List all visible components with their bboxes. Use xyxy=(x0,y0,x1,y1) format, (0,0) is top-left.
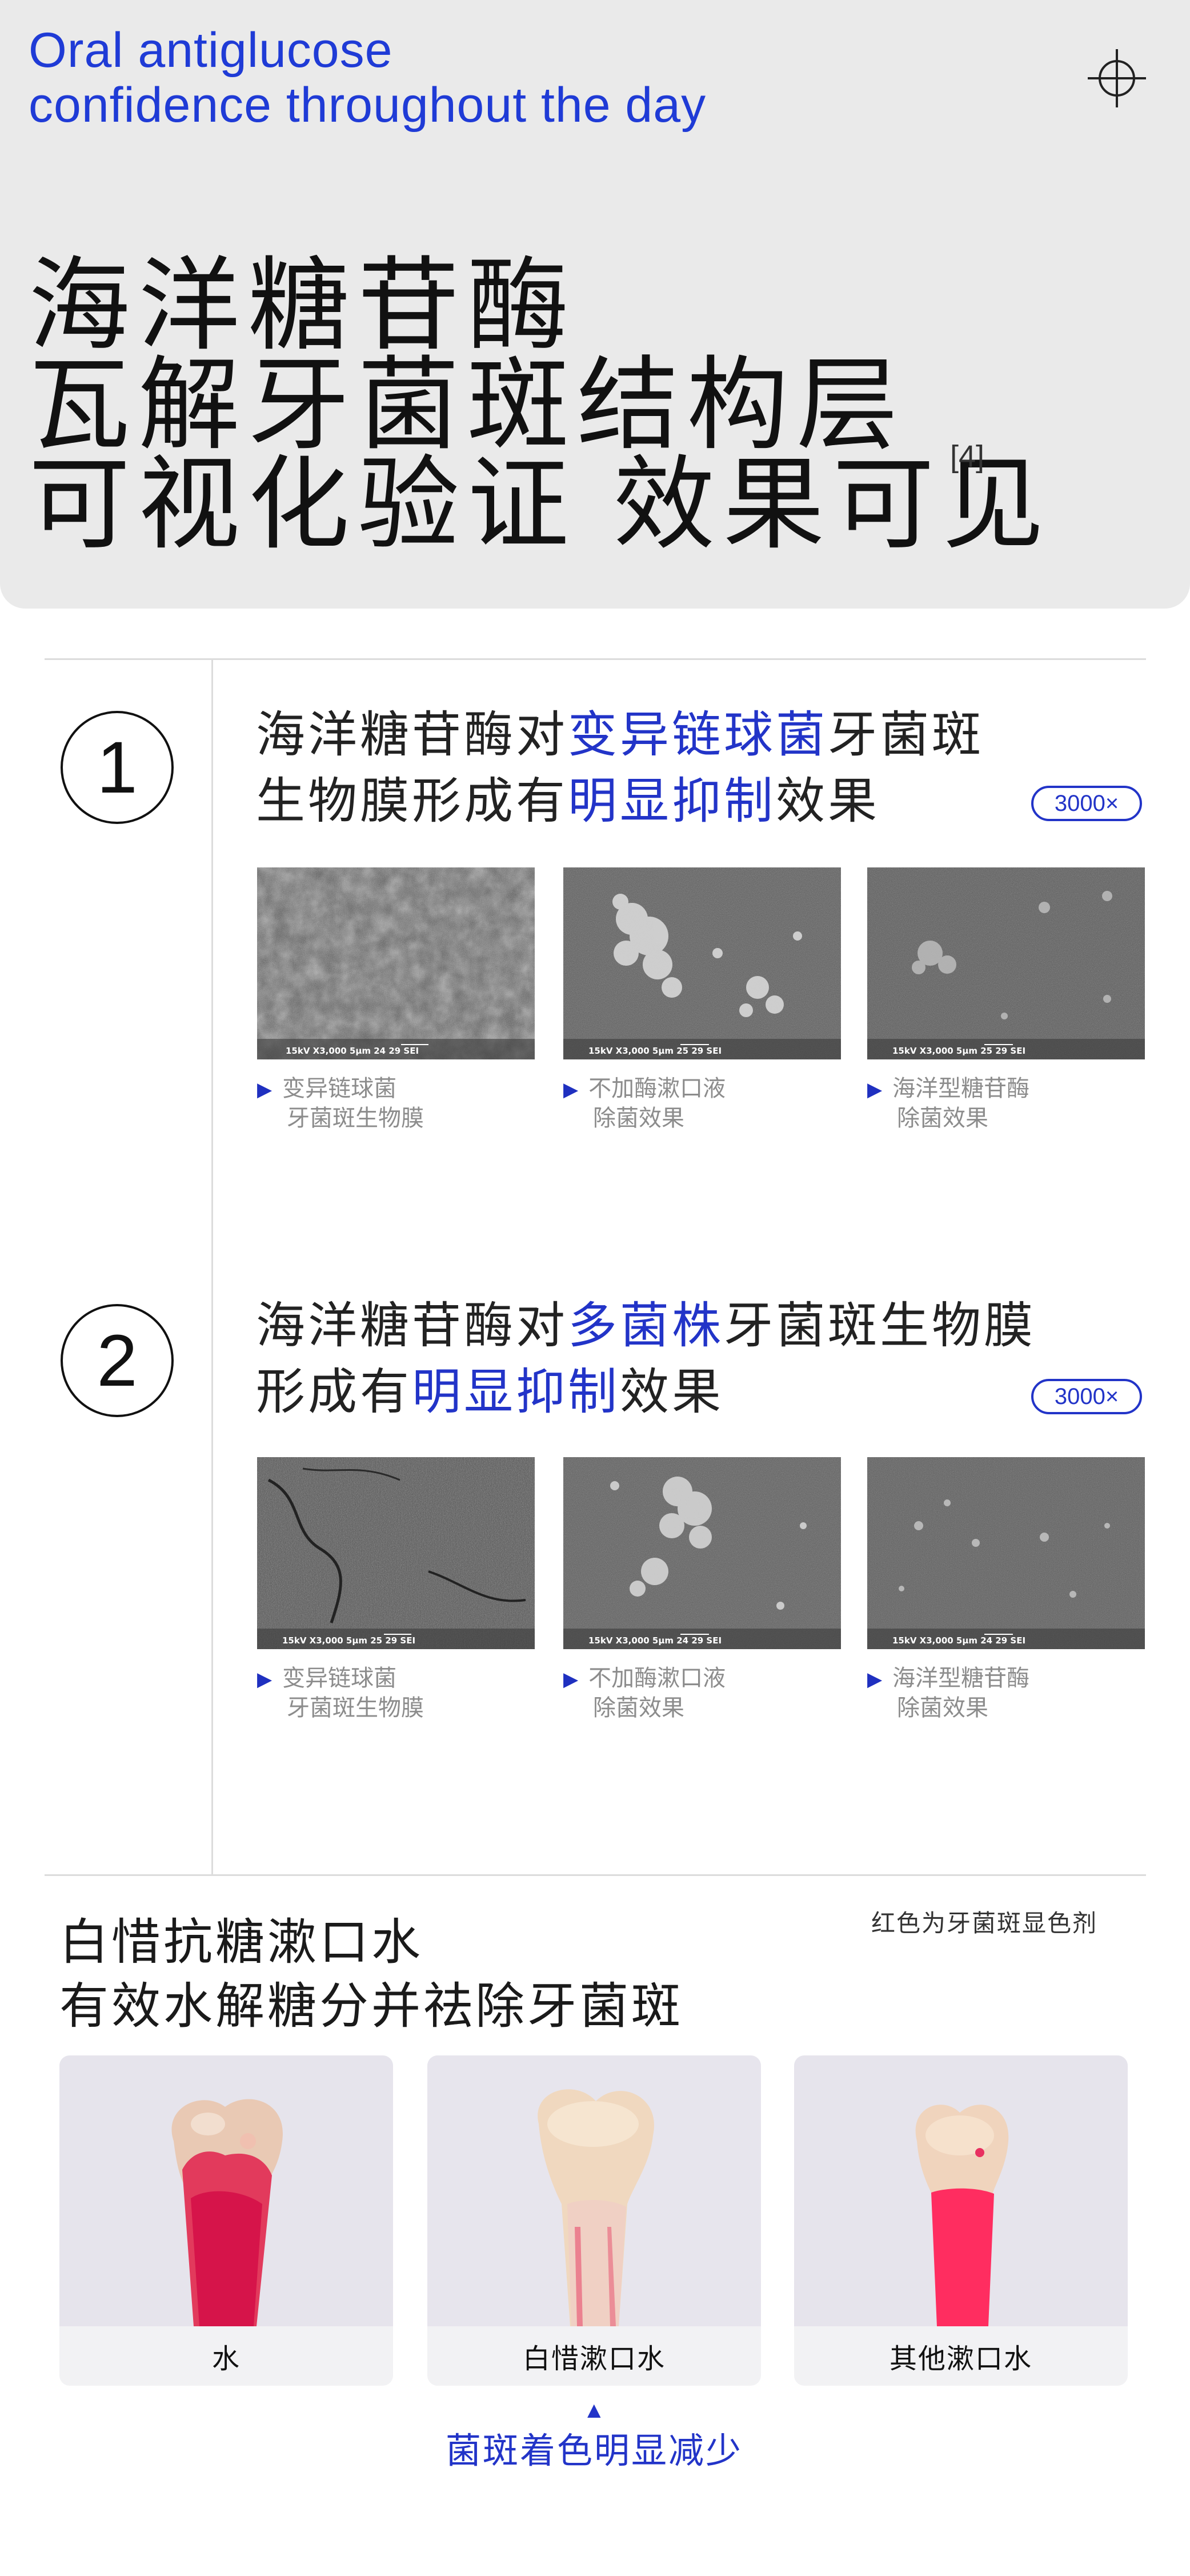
caption-line2: 牙菌斑生物膜 xyxy=(287,1106,424,1131)
tooth-card-other: 其他漱口水 xyxy=(794,2055,1128,2386)
tooth-image-water xyxy=(59,2055,393,2326)
sem-image-biofilm: 15kV X3,000 5μm 24 29 SEI xyxy=(257,867,535,1059)
title-highlight: 明显抑制 xyxy=(412,1365,620,1419)
sem-image-biofilm: 15kV X3,000 5μm 25 29 SEI xyxy=(257,1457,535,1649)
title-highlight: 明显抑制 xyxy=(568,774,776,829)
caption-text: 海洋型糖苷酶 xyxy=(892,1666,1030,1691)
caption-text: 变异链球菌 xyxy=(282,1666,397,1691)
caption-line1: ▶ 变异链球菌 xyxy=(257,1074,424,1104)
sem-image-marine-enzyme: 15kV X3,000 5μm 25 29 SEI xyxy=(867,867,1145,1059)
result-text: 菌斑着色明显减少 xyxy=(446,2431,743,2471)
triangle-bullet-icon: ▶ xyxy=(257,1669,273,1690)
caption-line2: 除菌效果 xyxy=(897,1106,988,1131)
tooth-label: 其他漱口水 xyxy=(889,2344,1032,2374)
section2-title-line2: 形成有明显抑制效果 xyxy=(256,1359,1036,1425)
triangle-bullet-icon: ▶ xyxy=(563,1669,579,1690)
sem-info-text: 15kV X3,000 5μm 25 29 SEI xyxy=(282,1635,415,1646)
section1-title-line1: 海洋糖苷酶对变异链球菌牙菌斑 xyxy=(256,702,984,768)
magnification-badge: 3000× xyxy=(1031,786,1142,821)
headline-line2: 瓦解牙菌斑结构层 xyxy=(29,348,906,462)
triangle-bullet-icon: ▶ xyxy=(867,1079,883,1101)
tooth-image-other xyxy=(794,2055,1128,2326)
caption-line1: ▶ 海洋型糖苷酶 xyxy=(867,1074,1029,1104)
english-tagline-line2: confidence throughout the day xyxy=(29,78,707,133)
caption-line2: 除菌效果 xyxy=(593,1695,684,1721)
headline-line3: 可视化验证 效果可见 xyxy=(29,447,1052,561)
triangle-bullet-icon: ▶ xyxy=(257,1079,273,1101)
up-arrow-icon: ▲ xyxy=(583,2398,606,2423)
section2-title-line1: 海洋糖苷酶对多菌株牙菌斑生物膜 xyxy=(256,1293,1036,1359)
tooth-card-baixi: 白惜漱口水 xyxy=(427,2055,761,2386)
image-caption: ▶ 不加酶漱口液 除菌效果 xyxy=(563,1074,726,1133)
title-highlight: 变异链球菌 xyxy=(568,707,828,762)
caption-text: 不加酶漱口液 xyxy=(588,1076,726,1101)
caption-line1: ▶ 海洋型糖苷酶 xyxy=(867,1664,1029,1694)
caption-line2: 除菌效果 xyxy=(897,1695,988,1721)
divider-top xyxy=(45,658,1146,660)
tooth-label: 水 xyxy=(211,2344,241,2374)
mouthwash-title-line1: 白惜抗糖漱口水 xyxy=(59,1915,423,1970)
english-tagline: Oral antiglucose confidence throughout t… xyxy=(29,23,706,133)
caption-line2: 除菌效果 xyxy=(593,1106,684,1131)
triangle-bullet-icon: ▶ xyxy=(563,1079,579,1101)
sem-image-no-enzyme: 15kV X3,000 5μm 25 29 SEI xyxy=(563,867,841,1059)
caption-line1: ▶ 不加酶漱口液 xyxy=(563,1664,726,1694)
sem-info-text: 15kV X3,000 5μm 24 29 SEI xyxy=(286,1046,419,1056)
image-caption: ▶ 海洋型糖苷酶 除菌效果 xyxy=(867,1664,1029,1722)
caption-text: 变异链球菌 xyxy=(282,1076,397,1101)
english-tagline-line1: Oral antiglucose xyxy=(29,23,393,78)
image-caption: ▶ 不加酶漱口液 除菌效果 xyxy=(563,1664,726,1722)
sem-info-text: 15kV X3,000 5μm 24 29 SEI xyxy=(892,1635,1025,1646)
title-text: 生物膜形成有 xyxy=(256,774,568,829)
title-text: 形成有 xyxy=(256,1365,412,1419)
divider-vertical xyxy=(211,660,213,1874)
step-number-2: 2 xyxy=(61,1304,174,1417)
caption-text: 海洋型糖苷酶 xyxy=(892,1076,1030,1101)
crosshair-icon xyxy=(1088,49,1146,107)
sem-info-text: 15kV X3,000 5μm 24 29 SEI xyxy=(588,1635,722,1646)
sem-image-marine-enzyme: 15kV X3,000 5μm 24 29 SEI xyxy=(867,1457,1145,1649)
caption-line1: ▶ 不加酶漱口液 xyxy=(563,1074,726,1104)
caption-line2: 牙菌斑生物膜 xyxy=(287,1695,424,1721)
sem-info-text: 15kV X3,000 5μm 25 29 SEI xyxy=(588,1046,722,1056)
magnification-badge: 3000× xyxy=(1031,1379,1142,1414)
sem-info-text: 15kV X3,000 5μm 25 29 SEI xyxy=(892,1046,1025,1056)
image-caption: ▶ 变异链球菌 牙菌斑生物膜 xyxy=(257,1074,424,1133)
section1-title-line2: 生物膜形成有明显抑制效果 xyxy=(256,768,984,834)
title-text: 海洋糖苷酶对 xyxy=(256,1298,568,1353)
triangle-bullet-icon: ▶ xyxy=(867,1669,883,1690)
reference-marker: [4] xyxy=(950,439,985,474)
section1-title: 海洋糖苷酶对变异链球菌牙菌斑 生物膜形成有明显抑制效果 xyxy=(256,702,984,834)
mouthwash-title-line2: 有效水解糖分并祛除牙菌斑 xyxy=(59,1979,683,2034)
caption-line1: ▶ 变异链球菌 xyxy=(257,1664,424,1694)
title-text: 牙菌斑生物膜 xyxy=(724,1298,1036,1353)
sem-image-no-enzyme: 15kV X3,000 5μm 24 29 SEI xyxy=(563,1457,841,1649)
title-text: 牙菌斑 xyxy=(828,707,984,762)
stain-note: 红色为牙菌斑显色剂 xyxy=(871,1910,1098,1937)
title-text: 效果 xyxy=(776,774,880,829)
title-text: 海洋糖苷酶对 xyxy=(256,707,568,762)
title-highlight: 多菌株 xyxy=(568,1298,724,1353)
title-text: 效果 xyxy=(620,1365,724,1419)
image-caption: ▶ 海洋型糖苷酶 除菌效果 xyxy=(867,1074,1029,1133)
headline-line1: 海洋糖苷酶 xyxy=(29,249,577,362)
image-caption: ▶ 变异链球菌 牙菌斑生物膜 xyxy=(257,1664,424,1722)
step-number-1: 1 xyxy=(61,711,174,824)
divider-bottom xyxy=(45,1874,1146,1876)
tooth-card-water: 水 xyxy=(59,2055,393,2386)
tooth-image-baixi xyxy=(427,2055,761,2326)
section2-title: 海洋糖苷酶对多菌株牙菌斑生物膜 形成有明显抑制效果 xyxy=(256,1293,1036,1425)
caption-text: 不加酶漱口液 xyxy=(588,1666,726,1691)
tooth-label: 白惜漱口水 xyxy=(522,2344,666,2374)
